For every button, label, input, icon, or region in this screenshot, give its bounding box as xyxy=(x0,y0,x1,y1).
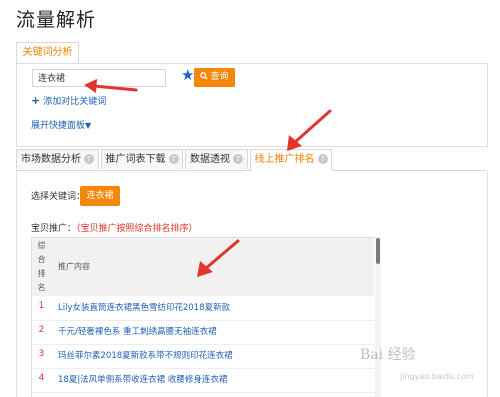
table-row: 4 18夏|法风单侧系带收连衣裙 收腰修身连衣裙 xyxy=(32,368,374,393)
rank-header-char: 名 xyxy=(37,283,46,292)
table-row: 1 Lily女装直筒连衣裙黑色雪纺印花2018夏新款 xyxy=(32,296,374,321)
search-icon xyxy=(200,72,209,80)
star-icon[interactable]: ★ xyxy=(181,66,194,84)
rank-header-char: 排 xyxy=(37,269,46,278)
query-button-label: 查询 xyxy=(210,72,229,82)
rank-number: 3 xyxy=(38,349,45,359)
promo-note: （宝贝推广按照综合排名排序） xyxy=(76,224,198,234)
help-icon[interactable]: ? xyxy=(233,154,243,164)
promo-link[interactable]: 玛丝菲尔素2018夏新款系带不规则印花连衣裙 xyxy=(58,349,233,361)
table-row: 2 千元/轻奢裸色系 重工刺绣高腰无袖连衣裙 xyxy=(32,320,374,345)
tab-keyword-analysis[interactable]: 关键词分析 xyxy=(16,42,79,63)
annotation-arrow xyxy=(197,239,240,277)
watermark: Bai 经验 xyxy=(360,347,416,363)
help-icon[interactable]: ? xyxy=(317,154,328,164)
tab-market-data[interactable]: 市场数据分析? xyxy=(16,149,99,169)
plus-icon: + xyxy=(31,94,41,107)
expand-quick-panel-link[interactable]: 展开快捷面板▼ xyxy=(31,118,91,131)
query-button[interactable]: 查询 xyxy=(194,68,235,87)
rank-number: 4 xyxy=(38,373,45,383)
watermark-url: jingyan.baidu.com xyxy=(400,372,474,381)
promo-link[interactable]: Lily女装直筒连衣裙黑色雪纺印花2018夏新款 xyxy=(58,301,230,313)
rank-number: 1 xyxy=(38,301,45,311)
select-keyword-label: 选择关键词： xyxy=(31,192,86,202)
table-row: 3 玛丝菲尔素2018夏新款系带不规则印花连衣裙 xyxy=(32,344,374,369)
scrollbar-thumb[interactable] xyxy=(376,238,380,264)
help-icon[interactable]: ? xyxy=(84,154,94,164)
promo-label: 宝贝推广：（宝贝推广按照综合排名排序） xyxy=(31,221,198,234)
rank-header-char: 综 xyxy=(37,241,46,250)
page-title: 流量解析 xyxy=(16,9,97,31)
tab-keyword-download[interactable]: 推广词表下载? xyxy=(101,149,183,169)
tab-label: 数据透视 xyxy=(190,154,230,165)
help-icon[interactable]: ? xyxy=(168,154,179,164)
rank-header: 综 合 排 名 xyxy=(32,238,51,296)
tab-label: 推广词表下载 xyxy=(105,154,166,165)
rank-number: 2 xyxy=(38,325,45,335)
annotation-arrow xyxy=(84,79,138,93)
content-header: 推广内容 xyxy=(58,262,90,271)
caret-down-icon: ▼ xyxy=(85,121,92,130)
tab-label: 市场数据分析 xyxy=(21,154,81,165)
tab-label: 线上推广排名 xyxy=(254,154,315,165)
annotation-arrow xyxy=(287,109,332,151)
quick-panel-label: 展开快捷面板 xyxy=(31,121,86,131)
keyword-chip[interactable]: 连衣裙 xyxy=(80,186,120,206)
tab-data-pivot[interactable]: 数据透视? xyxy=(185,149,248,169)
promo-link[interactable]: 18夏|法风单侧系带收连衣裙 收腰修身连衣裙 xyxy=(58,373,227,385)
add-compare-label: 添加对比关键词 xyxy=(43,97,107,107)
promo-link[interactable]: 千元/轻奢裸色系 重工刺绣高腰无袖连衣裙 xyxy=(58,325,217,337)
promo-label-text: 宝贝推广： xyxy=(31,224,77,234)
rank-header-char: 合 xyxy=(37,255,46,264)
